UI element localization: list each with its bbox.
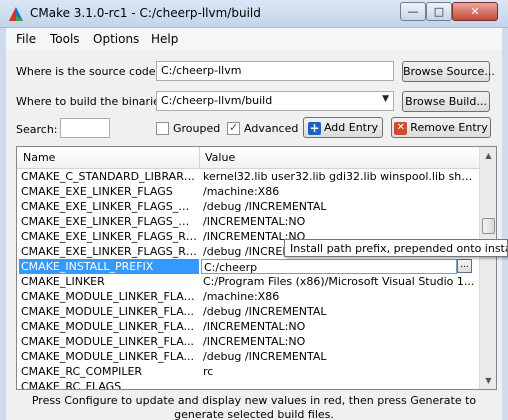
row-name: CMAKE_MODULE_LINKER_FLA... [21,335,195,348]
table-row[interactable]: CMAKE_RC_FLAGS [17,379,479,390]
browse-source-button[interactable]: Browse Source... [402,61,495,82]
search-label: Search: [16,123,58,136]
minimize-button[interactable]: — [400,2,426,21]
add-entry-label: Add Entry [323,121,379,134]
row-value: /debug /INCREMENTAL [203,350,327,363]
table-row[interactable]: CMAKE_EXE_LINKER_FLAGS /machine:X86 [17,184,479,199]
scrollbar-thumb[interactable] [482,217,495,234]
browse-path-button[interactable]: ... [457,259,472,273]
row-name: CMAKE_EXE_LINKER_FLAGS [21,185,173,198]
row-value: /debug /INCREMENTAL [203,305,327,318]
cache-table[interactable]: Name Value CMAKE_C_STANDARD_LIBRARIES ker… [16,146,497,390]
row-name: CMAKE_RC_COMPILER [21,365,143,378]
row-value: /machine:X86 [203,290,280,303]
title-bar[interactable]: CMake 3.1.0-rc1 - C:/cheerp-llvm/build —… [0,0,508,28]
row-value: /machine:X86 [203,185,280,198]
table-row[interactable]: CMAKE_EXE_LINKER_FLAGS_DE... /debug /INCR… [17,199,479,214]
main-panel: Where is the source code: C:/cheerp-llvm… [6,50,502,420]
menu-help[interactable]: Help [151,32,178,46]
row-name: CMAKE_RC_FLAGS [21,380,122,390]
maximize-button[interactable]: □ [426,2,452,21]
row-name: CMAKE_EXE_LINKER_FLAGS_RE... [21,245,197,258]
row-value: C:/Program Files (x86)/Microsoft Visual … [203,275,475,288]
row-name: CMAKE_EXE_LINKER_FLAGS_RE... [21,230,197,243]
search-input[interactable] [60,118,110,138]
row-value: /INCREMENTAL:NO [203,335,306,348]
table-row[interactable]: CMAKE_C_STANDARD_LIBRARIES kernel32.lib u… [17,169,479,184]
close-button[interactable]: ✕ [452,2,498,21]
source-label: Where is the source code: [16,65,160,78]
table-row[interactable]: CMAKE_MODULE_LINKER_FLA... /INCREMENTAL:N… [17,334,479,349]
build-label: Where to build the binaries: [16,95,170,108]
tooltip: Install path prefix, prepended onto inst… [284,239,508,257]
build-combo[interactable]: C:/cheerp-llvm/build ▼ [156,91,394,111]
row-value: /debug /INCREMENTAL [203,200,327,213]
menu-tools[interactable]: Tools [50,32,80,46]
row-name: CMAKE_EXE_LINKER_FLAGS_DE... [21,200,197,213]
row-value: kernel32.lib user32.lib gdi32.lib winspo… [203,170,477,183]
table-row[interactable]: CMAKE_LINKER C:/Program Files (x86)/Micro… [17,274,479,289]
source-field[interactable]: C:/cheerp-llvm [156,61,394,81]
browse-build-button[interactable]: Browse Build... [402,91,490,112]
advanced-checkbox[interactable] [227,121,240,135]
grouped-checkbox[interactable] [156,122,169,135]
column-header-name[interactable]: Name [23,151,55,164]
scroll-down-icon[interactable]: ▼ [480,372,496,389]
column-divider[interactable] [199,147,200,169]
row-name: CMAKE_LINKER [21,275,105,288]
status-text: Press Configure to update and display ne… [31,394,477,420]
table-row[interactable]: CMAKE_MODULE_LINKER_FLA... /debug /INCREM… [17,304,479,319]
window-title: CMake 3.1.0-rc1 - C:/cheerp-llvm/build [30,6,261,20]
row-name: CMAKE_MODULE_LINKER_FLA... [21,350,195,363]
table-rows: CMAKE_C_STANDARD_LIBRARIES kernel32.lib u… [17,169,479,390]
table-row[interactable]: CMAKE_MODULE_LINKER_FLAGS /machine:X86 [17,289,479,304]
chevron-down-icon[interactable]: ▼ [382,94,389,104]
row-value: /INCREMENTAL:NO [203,320,306,333]
row-name: CMAKE_MODULE_LINKER_FLA... [21,320,195,333]
add-entry-button[interactable]: + Add Entry [303,117,383,138]
column-header-value[interactable]: Value [205,151,235,164]
row-name: CMAKE_MODULE_LINKER_FLA... [21,305,195,318]
menu-options[interactable]: Options [93,32,139,46]
row-value: rc [203,365,214,378]
remove-x-icon: ✕ [394,121,408,135]
table-row[interactable]: CMAKE_EXE_LINKER_FLAGS_MI... /INCREMENTAL… [17,214,479,229]
table-header: Name Value [17,147,479,169]
row-value: /INCREMENTAL:NO [203,215,306,228]
value-edit-field[interactable]: C:/cheerp [201,259,457,274]
table-row[interactable]: CMAKE_INSTALL_PREFIX C:/cheerp... [17,259,479,274]
plus-icon: + [307,120,321,135]
scroll-up-icon[interactable]: ▲ [480,147,496,164]
row-name: CMAKE_MODULE_LINKER_FLAGS [21,290,197,303]
vertical-scrollbar[interactable]: ▲ ▼ [479,147,496,389]
table-row[interactable]: CMAKE_MODULE_LINKER_FLA... /debug /INCREM… [17,349,479,364]
cmake-logo-icon [9,7,23,21]
menu-bar: File Tools Options Help [6,28,502,50]
menu-file[interactable]: File [16,32,36,46]
build-combo-value: C:/cheerp-llvm/build [161,94,273,107]
row-name: CMAKE_C_STANDARD_LIBRARIES [21,170,197,183]
row-name: CMAKE_INSTALL_PREFIX [19,259,199,274]
table-row[interactable]: CMAKE_MODULE_LINKER_FLA... /INCREMENTAL:N… [17,319,479,334]
row-name: CMAKE_EXE_LINKER_FLAGS_MI... [21,215,197,228]
table-row[interactable]: CMAKE_RC_COMPILER rc [17,364,479,379]
remove-entry-button[interactable]: ✕ Remove Entry [391,117,491,138]
grouped-label: Grouped [173,122,221,135]
remove-entry-label: Remove Entry [410,121,488,134]
advanced-label: Advanced [244,122,299,135]
